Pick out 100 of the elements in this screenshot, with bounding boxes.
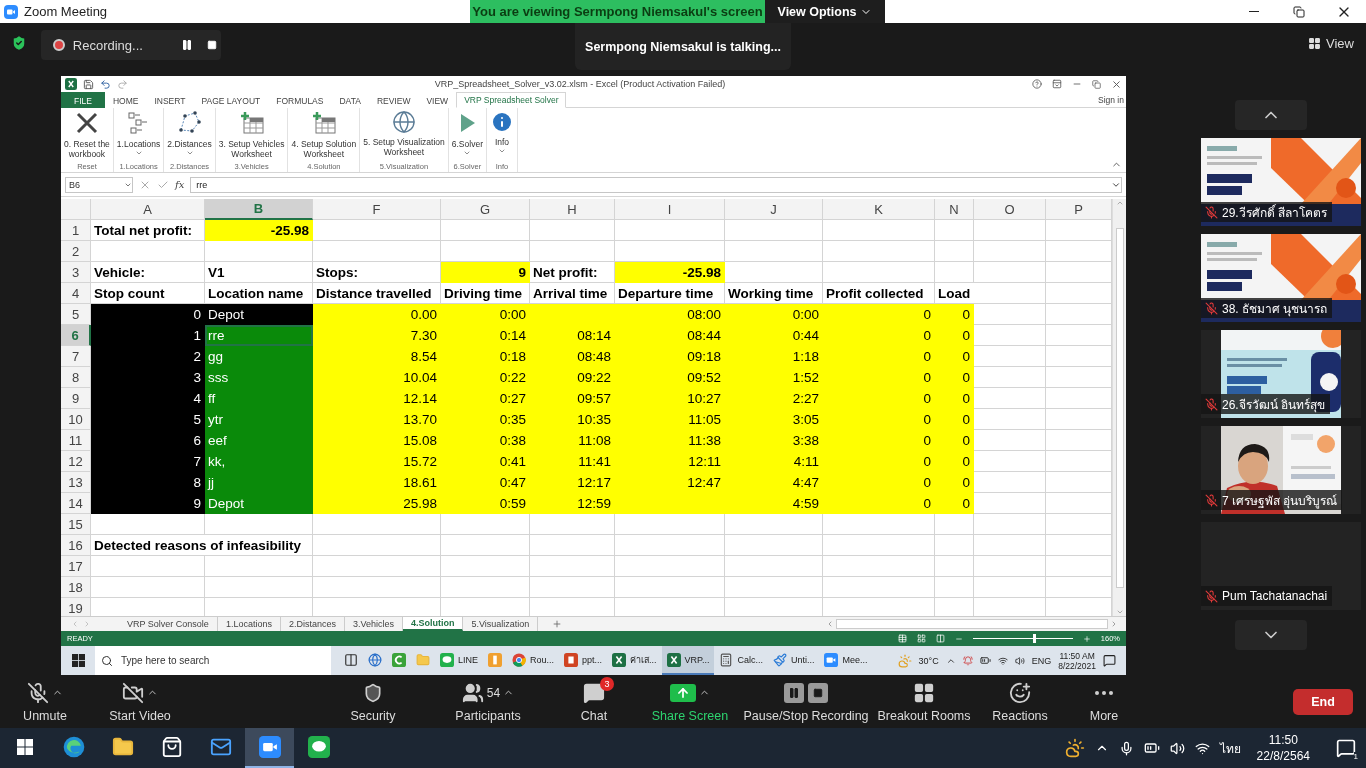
empty-cell[interactable] (441, 577, 530, 598)
table-cell[interactable]: 0 (823, 304, 935, 325)
table-cell[interactable]: 9 (441, 262, 530, 283)
toolbar-button[interactable]: Reactions (976, 675, 1064, 728)
empty-cell[interactable] (725, 577, 823, 598)
table-cell[interactable]: 0:41 (441, 451, 530, 472)
page-layout-icon[interactable] (916, 634, 926, 643)
zoom-in-icon[interactable] (1082, 634, 1091, 643)
empty-cell[interactable] (974, 577, 1046, 598)
empty-cell[interactable] (823, 577, 935, 598)
empty-cell[interactable] (935, 535, 974, 556)
table-cell[interactable]: 12:17 (530, 472, 615, 493)
end-button[interactable]: End (1293, 688, 1353, 715)
insert-function-button[interactable]: fx (175, 179, 185, 190)
table-cell[interactable]: 08:14 (530, 325, 615, 346)
empty-cell[interactable] (441, 220, 530, 241)
table-cell[interactable]: 0:44 (725, 325, 823, 346)
row-header[interactable]: 17 (61, 556, 91, 577)
table-cell[interactable]: 11:05 (615, 409, 725, 430)
column-header[interactable]: H (530, 199, 615, 220)
name-box[interactable]: B6 (65, 176, 133, 193)
toolbar-button[interactable]: Unmute (0, 675, 90, 728)
sheet-tab[interactable]: 4.Solution (403, 617, 464, 631)
table-cell[interactable]: 0 (823, 430, 935, 451)
table-cell[interactable]: 0 (935, 451, 974, 472)
table-cell[interactable]: ff (205, 388, 313, 409)
empty-cell[interactable] (725, 241, 823, 262)
table-cell[interactable]: sss (205, 367, 313, 388)
row-header[interactable]: 3 (61, 262, 91, 283)
table-cell[interactable]: 1:18 (725, 346, 823, 367)
table-cell[interactable]: 0 (823, 367, 935, 388)
table-cell[interactable]: Depot (205, 304, 313, 325)
table-cell[interactable]: 0 (935, 493, 974, 514)
table-cell[interactable]: 3 (91, 367, 205, 388)
taskbar-app[interactable] (245, 728, 294, 768)
table-cell[interactable]: -25.98 (205, 220, 313, 241)
table-cell[interactable]: 4:59 (725, 493, 823, 514)
table-cell[interactable]: 8 (91, 472, 205, 493)
restore-icon[interactable] (1092, 79, 1101, 89)
empty-cell[interactable] (725, 556, 823, 577)
toolbar-button[interactable]: 54 Participants (428, 675, 548, 728)
table-cell[interactable]: 1 (91, 325, 205, 346)
windows-logo-icon[interactable] (16, 739, 33, 755)
empty-cell[interactable] (615, 577, 725, 598)
table-cell[interactable]: Depot (205, 493, 313, 514)
table-cell[interactable]: Location name (205, 283, 313, 304)
table-cell[interactable]: 10:35 (530, 409, 615, 430)
table-cell[interactable]: Driving time (441, 283, 530, 304)
toolbar-button[interactable]: Share Screen (640, 675, 740, 728)
taskbar-app[interactable]: ค่าเส... (607, 646, 662, 675)
row-header[interactable]: 8 (61, 367, 91, 388)
toolbar-button[interactable]: Breakout Rooms (872, 675, 976, 728)
ribbon-options-icon[interactable] (1052, 79, 1062, 89)
ribbon-button[interactable]: 4. Setup Solution Worksheet (291, 110, 357, 162)
table-cell[interactable]: 0 (935, 346, 974, 367)
toolbar-button[interactable]: More (1064, 675, 1144, 728)
table-cell[interactable]: 09:18 (615, 346, 725, 367)
table-cell[interactable]: 0:47 (441, 472, 530, 493)
row-header[interactable]: 9 (61, 388, 91, 409)
table-cell[interactable]: 09:22 (530, 367, 615, 388)
toolbar-button[interactable]: Start Video (90, 675, 190, 728)
help-icon[interactable] (1032, 79, 1042, 89)
table-cell[interactable]: 0:22 (441, 367, 530, 388)
table-cell[interactable]: 4 (91, 388, 205, 409)
column-header[interactable]: G (441, 199, 530, 220)
row-header[interactable]: 12 (61, 451, 91, 472)
table-cell[interactable]: 0:18 (441, 346, 530, 367)
empty-cell[interactable] (313, 514, 441, 535)
table-cell[interactable]: -25.98 (615, 262, 725, 283)
empty-cell[interactable] (823, 241, 935, 262)
table-cell[interactable]: 0 (823, 346, 935, 367)
table-cell[interactable]: 3:05 (725, 409, 823, 430)
empty-cell[interactable] (974, 556, 1046, 577)
table-cell[interactable]: 0 (823, 409, 935, 430)
table-cell[interactable]: 0:38 (441, 430, 530, 451)
table-cell[interactable]: 2:27 (725, 388, 823, 409)
empty-cell[interactable] (205, 556, 313, 577)
table-cell[interactable]: 0 (935, 367, 974, 388)
empty-cell[interactable] (725, 220, 823, 241)
table-cell[interactable]: Net profit: (530, 262, 615, 283)
taskbar-app[interactable]: ppt... (559, 646, 608, 675)
table-cell[interactable]: 0 (935, 304, 974, 325)
row-header[interactable]: 10 (61, 409, 91, 430)
page-break-icon[interactable] (935, 634, 945, 643)
file-tab[interactable]: FILE (61, 92, 105, 108)
table-cell[interactable]: Detected reasons of infeasibility (91, 535, 313, 556)
table-cell[interactable]: Load (935, 283, 1046, 304)
empty-cell[interactable] (441, 535, 530, 556)
windows-logo-icon[interactable] (71, 654, 85, 667)
empty-cell[interactable] (530, 514, 615, 535)
table-cell[interactable]: Arrival time (530, 283, 615, 304)
table-cell[interactable]: 0 (935, 430, 974, 451)
column-header[interactable]: I (615, 199, 725, 220)
table-cell[interactable]: 0:00 (725, 304, 823, 325)
column-header[interactable]: F (313, 199, 441, 220)
empty-cell[interactable] (615, 556, 725, 577)
table-cell[interactable]: 08:44 (615, 325, 725, 346)
table-cell[interactable]: 0 (935, 388, 974, 409)
empty-cell[interactable] (530, 535, 615, 556)
taskbar-app[interactable]: Mee... (819, 646, 873, 675)
